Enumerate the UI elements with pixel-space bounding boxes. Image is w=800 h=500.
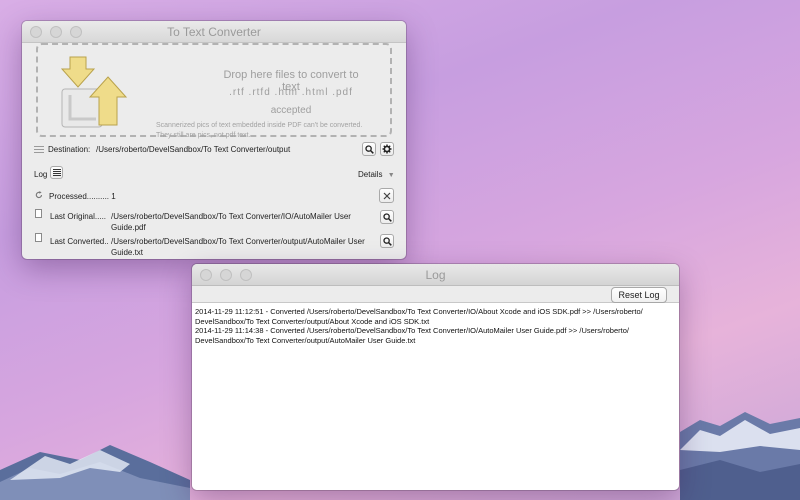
drop-note-line-2: They still are pics, not pdf text. bbox=[156, 132, 251, 139]
refresh-icon bbox=[35, 191, 43, 199]
converter-window: To Text Converter Drop here files to con… bbox=[22, 21, 406, 259]
zoom-window-button[interactable] bbox=[70, 26, 82, 38]
minimize-window-button[interactable] bbox=[220, 269, 232, 281]
close-window-button[interactable] bbox=[30, 26, 42, 38]
last-converted-label: Last Converted.. bbox=[50, 237, 109, 246]
drop-note-line-1: Scannerized pics of text embedded inside… bbox=[156, 122, 363, 129]
details-label: Details bbox=[358, 170, 383, 179]
last-converted-search-button[interactable] bbox=[380, 234, 394, 248]
reset-log-button[interactable]: Reset Log bbox=[611, 287, 667, 303]
last-original-search-button[interactable] bbox=[380, 210, 394, 224]
magnifier-icon bbox=[382, 212, 392, 222]
document-icon bbox=[35, 233, 42, 242]
list-icon bbox=[52, 169, 61, 176]
settings-button[interactable] bbox=[380, 142, 394, 156]
last-original-label: Last Original..... bbox=[50, 212, 107, 221]
minimize-window-button[interactable] bbox=[50, 26, 62, 38]
magnifier-icon bbox=[382, 236, 392, 246]
log-titlebar: Log bbox=[192, 264, 679, 286]
window-controls bbox=[30, 26, 82, 38]
window-controls bbox=[200, 269, 252, 281]
window-title: Log bbox=[425, 268, 446, 282]
log-line: 2014-11-29 11:12:51 - Converted /Users/r… bbox=[195, 307, 643, 316]
drop-note: Scannerized pics of text embedded inside… bbox=[156, 121, 386, 141]
log-window: Log Reset Log 2014-11-29 11:12:51 - Conv… bbox=[192, 264, 679, 490]
log-line: DevelSandbox/To Text Converter/output/Au… bbox=[195, 335, 416, 345]
clear-button[interactable] bbox=[379, 188, 394, 203]
destination-path: /Users/roberto/DevelSandbox/To Text Conv… bbox=[96, 145, 291, 154]
drop-accepted: accepted bbox=[270, 105, 312, 116]
details-toggle[interactable]: Details ▼ bbox=[358, 170, 395, 179]
drop-extensions: .rtf .rtfd .htm .html .pdf bbox=[229, 87, 353, 98]
log-line: DevelSandbox/To Text Converter/output/Ab… bbox=[195, 316, 430, 326]
last-converted-path: /Users/roberto/DevelSandbox/To Text Conv… bbox=[111, 237, 365, 257]
processed-count: Processed.......... 1 bbox=[49, 192, 116, 201]
zoom-window-button[interactable] bbox=[240, 269, 252, 281]
show-log-button[interactable] bbox=[50, 166, 63, 179]
log-toolbar: Reset Log bbox=[192, 286, 679, 303]
log-label: Log bbox=[34, 170, 48, 179]
magnifier-icon bbox=[364, 144, 374, 154]
gear-icon bbox=[382, 144, 392, 154]
drop-arrows-icon bbox=[60, 56, 128, 128]
window-title: To Text Converter bbox=[167, 25, 261, 39]
drop-zone[interactable]: Drop here files to convert to text .rtf … bbox=[36, 43, 392, 139]
disclosure-triangle-icon: ▼ bbox=[387, 172, 395, 179]
x-icon bbox=[383, 192, 390, 199]
log-text-area[interactable]: 2014-11-29 11:12:51 - Converted /Users/r… bbox=[192, 303, 679, 490]
last-original-path: /Users/roberto/DevelSandbox/To Text Conv… bbox=[111, 212, 351, 232]
drag-handle-icon bbox=[34, 146, 44, 153]
document-icon bbox=[35, 209, 42, 218]
destination-search-button[interactable] bbox=[362, 142, 376, 156]
close-window-button[interactable] bbox=[200, 269, 212, 281]
converter-titlebar: To Text Converter bbox=[22, 21, 406, 43]
destination-label: Destination: bbox=[48, 145, 91, 154]
log-line: 2014-11-29 11:14:38 - Converted /Users/r… bbox=[195, 326, 629, 335]
